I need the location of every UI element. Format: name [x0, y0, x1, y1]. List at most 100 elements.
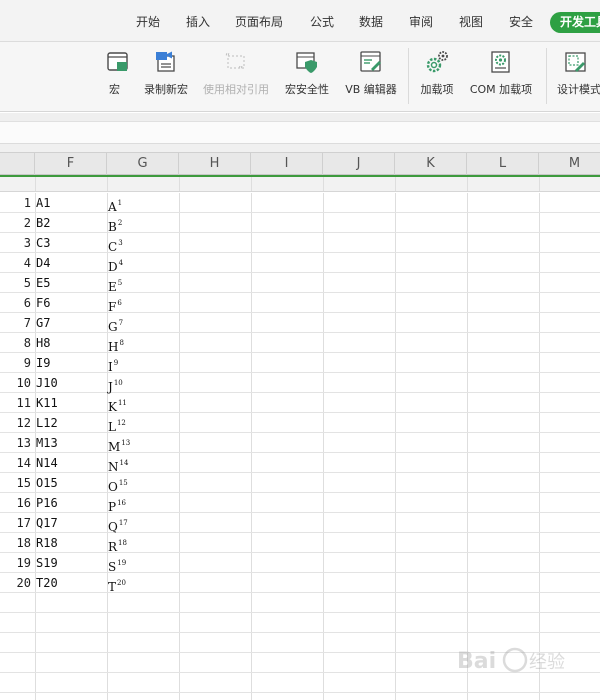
cell-f[interactable]: T20	[36, 573, 106, 593]
row-number[interactable]: 4	[0, 253, 34, 273]
cell-g[interactable]: P16	[108, 493, 178, 514]
addins-button[interactable]: 加载项	[414, 42, 460, 112]
row-number[interactable]: 11	[0, 393, 34, 413]
column-header-g[interactable]: G	[107, 153, 179, 175]
com-addins-button[interactable]: COM 加载项	[463, 42, 539, 112]
row-number[interactable]: 2	[0, 213, 34, 233]
frozen-header-row	[0, 177, 600, 192]
menu-item-data[interactable]: 数据	[359, 13, 383, 30]
cell-f[interactable]: G7	[36, 313, 106, 333]
cell-f[interactable]: O15	[36, 473, 106, 493]
cell-g[interactable]: C3	[108, 233, 178, 254]
cell-f[interactable]: P16	[36, 493, 106, 513]
row-number[interactable]: 19	[0, 553, 34, 573]
cell-f[interactable]: L12	[36, 413, 106, 433]
cell-f[interactable]: B2	[36, 213, 106, 233]
cell-g-base-letter: K	[108, 400, 117, 414]
row-number[interactable]: 1	[0, 193, 34, 213]
cell-g[interactable]: A1	[108, 193, 178, 214]
cell-f[interactable]: N14	[36, 453, 106, 473]
menu-item-view[interactable]: 视图	[459, 13, 483, 30]
menu-item-insert[interactable]: 插入	[186, 13, 210, 30]
row-number[interactable]: 16	[0, 493, 34, 513]
spreadsheet-grid[interactable]: 1 A1 A1 2 B2 B2 3 C3 C3 4 D4 D4 5 E5 E5 6 F6 F6 7 G7 G7 8 H8 H8…	[0, 193, 600, 700]
cell-g[interactable]: S19	[108, 553, 178, 574]
design-mode-button[interactable]: 设计模式	[552, 42, 600, 112]
column-header-h[interactable]: H	[179, 153, 251, 175]
menu-item-page-layout[interactable]: 页面布局	[235, 13, 283, 30]
column-header-m[interactable]: M	[539, 153, 600, 175]
column-header-f[interactable]: F	[35, 153, 107, 175]
addins-label: 加载项	[420, 83, 454, 96]
cell-f[interactable]: D4	[36, 253, 106, 273]
row-number[interactable]: 15	[0, 473, 34, 493]
cell-g[interactable]: D4	[108, 253, 178, 274]
row-number[interactable]: 12	[0, 413, 34, 433]
column-header-i[interactable]: I	[251, 153, 323, 175]
cell-g[interactable]: T20	[108, 573, 178, 594]
cell-g[interactable]: I9	[108, 353, 178, 374]
cell-g[interactable]: J10	[108, 373, 178, 394]
record-macro-label: 录制新宏	[144, 83, 188, 96]
row-number[interactable]: 10	[0, 373, 34, 393]
row-number[interactable]: 6	[0, 293, 34, 313]
vb-editor-button[interactable]: VB 编辑器	[340, 42, 402, 112]
cell-g-base-letter: G	[108, 320, 118, 334]
row-number[interactable]: 8	[0, 333, 34, 353]
row-number[interactable]: 7	[0, 313, 34, 333]
menu-item-start[interactable]: 开始	[136, 13, 160, 30]
cell-f[interactable]: E5	[36, 273, 106, 293]
cell-g[interactable]: E5	[108, 273, 178, 294]
row-number[interactable]: 3	[0, 233, 34, 253]
column-header-j[interactable]: J	[323, 153, 395, 175]
cell-g[interactable]: M13	[108, 433, 178, 454]
cell-g[interactable]: K11	[108, 393, 178, 414]
cell-f[interactable]: M13	[36, 433, 106, 453]
macro-security-button[interactable]: 宏安全性	[280, 42, 334, 112]
row-number[interactable]: 18	[0, 533, 34, 553]
menu-item-formulas[interactable]: 公式	[310, 13, 334, 30]
cell-g[interactable]: R18	[108, 533, 178, 554]
macro-button[interactable]: 宏	[103, 42, 133, 112]
empty-row[interactable]	[0, 613, 600, 633]
cell-f[interactable]: A1	[36, 193, 106, 213]
table-row: 3 C3 C3	[0, 233, 600, 254]
cell-f[interactable]: R18	[36, 533, 106, 553]
menu-item-developer-tools[interactable]: 开发工具	[550, 12, 600, 33]
cell-g[interactable]: Q17	[108, 513, 178, 534]
cell-g-base-letter: C	[108, 240, 118, 254]
cell-f[interactable]: C3	[36, 233, 106, 253]
cell-f[interactable]: K11	[36, 393, 106, 413]
row-number[interactable]: 14	[0, 453, 34, 473]
formula-bar[interactable]	[0, 122, 600, 144]
menu-item-security[interactable]: 安全	[509, 13, 533, 30]
cell-g[interactable]: N14	[108, 453, 178, 474]
cell-g-superscript: 2	[117, 219, 123, 227]
row-number[interactable]: 17	[0, 513, 34, 533]
cell-f[interactable]: I9	[36, 353, 106, 373]
menu-item-review[interactable]: 审阅	[409, 13, 433, 30]
grid-line	[35, 177, 36, 191]
cell-f[interactable]: S19	[36, 553, 106, 573]
cell-f[interactable]: Q17	[36, 513, 106, 533]
cell-g[interactable]: L12	[108, 413, 178, 434]
cell-f[interactable]: F6	[36, 293, 106, 313]
cell-g[interactable]: G7	[108, 313, 178, 334]
row-number[interactable]: 9	[0, 353, 34, 373]
empty-row[interactable]	[0, 593, 600, 613]
column-header-k[interactable]: K	[395, 153, 467, 175]
table-row: 14 N14 N14	[0, 453, 600, 474]
cell-g[interactable]: O15	[108, 473, 178, 494]
cell-f[interactable]: H8	[36, 333, 106, 353]
record-macro-button[interactable]: 录制新宏	[138, 42, 194, 112]
column-header-l[interactable]: L	[467, 153, 539, 175]
cell-g-base-letter: P	[108, 500, 117, 514]
cell-g[interactable]: F6	[108, 293, 178, 314]
row-number[interactable]: 13	[0, 433, 34, 453]
cell-g[interactable]: H8	[108, 333, 178, 354]
row-number[interactable]: 20	[0, 573, 34, 593]
cell-f[interactable]: J10	[36, 373, 106, 393]
empty-row[interactable]	[0, 693, 600, 700]
row-number[interactable]: 5	[0, 273, 34, 293]
cell-g[interactable]: B2	[108, 213, 178, 234]
